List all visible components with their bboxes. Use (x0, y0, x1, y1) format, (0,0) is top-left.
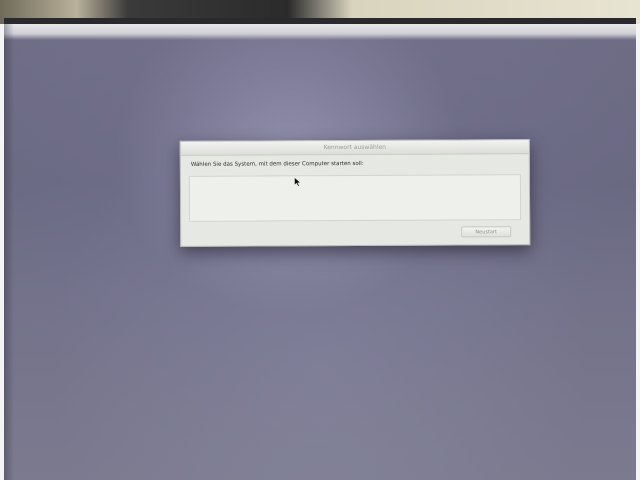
photo-of-monitor: Kennwort auswählen Wählen Sie das System… (0, 0, 640, 480)
restart-button[interactable]: Neustart (461, 226, 512, 238)
dialog-title: Kennwort auswählen (180, 140, 529, 156)
dialog-message: Wählen Sie das System, mit dem dieser Co… (190, 160, 364, 168)
startup-disk-dialog: Kennwort auswählen Wählen Sie das System… (179, 139, 531, 247)
startup-disk-list[interactable] (188, 174, 522, 222)
mouse-pointer-icon (294, 177, 302, 187)
screen (4, 24, 636, 480)
screen-top-edge (4, 24, 636, 40)
screen-shadow (4, 24, 14, 480)
dialog-footer: Neustart (181, 222, 529, 246)
